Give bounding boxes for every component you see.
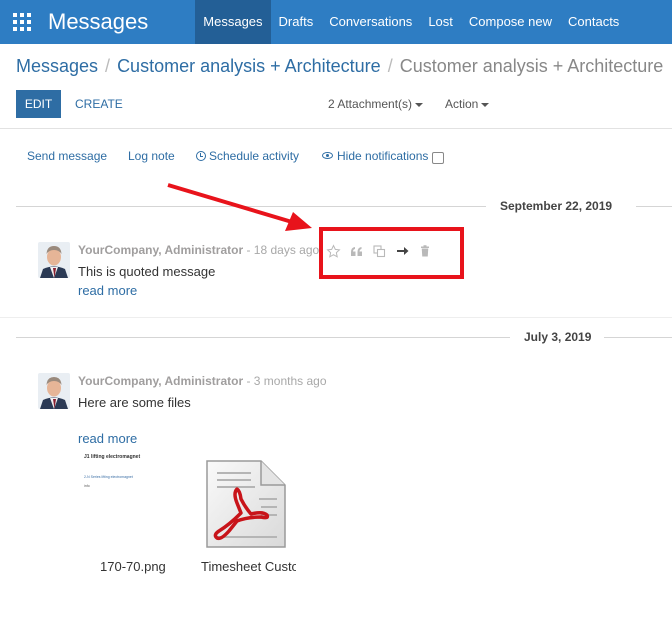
separator-line [16, 337, 510, 338]
attachment-name[interactable]: Timesheet Customer [201, 559, 296, 574]
author-name[interactable]: YourCompany, Administrator [78, 374, 243, 388]
separator-line [604, 337, 672, 338]
date-label: July 3, 2019 [516, 330, 600, 344]
thumbnail-line: 2-N Series lifting electromagnet [84, 475, 133, 479]
pdf-file-icon[interactable] [203, 459, 289, 551]
message-divider [0, 317, 672, 318]
read-more-link[interactable]: read more [78, 431, 137, 446]
message-time-ago: - 3 months ago [246, 374, 327, 388]
thumbnail-title: J1 lifting electromagnet [84, 454, 141, 460]
message-body: Here are some files [78, 395, 191, 410]
message-author-line: YourCompany, Administrator - 3 months ag… [78, 374, 327, 388]
avatar[interactable] [38, 373, 70, 409]
date-separator: July 3, 2019 [16, 330, 672, 344]
thumbnail-small-text: info [84, 484, 90, 488]
attachment-name[interactable]: 170-70.png [100, 559, 180, 574]
attachment-image-thumbnail[interactable]: J1 lifting electromagnet 2-N Series lift… [78, 450, 188, 540]
